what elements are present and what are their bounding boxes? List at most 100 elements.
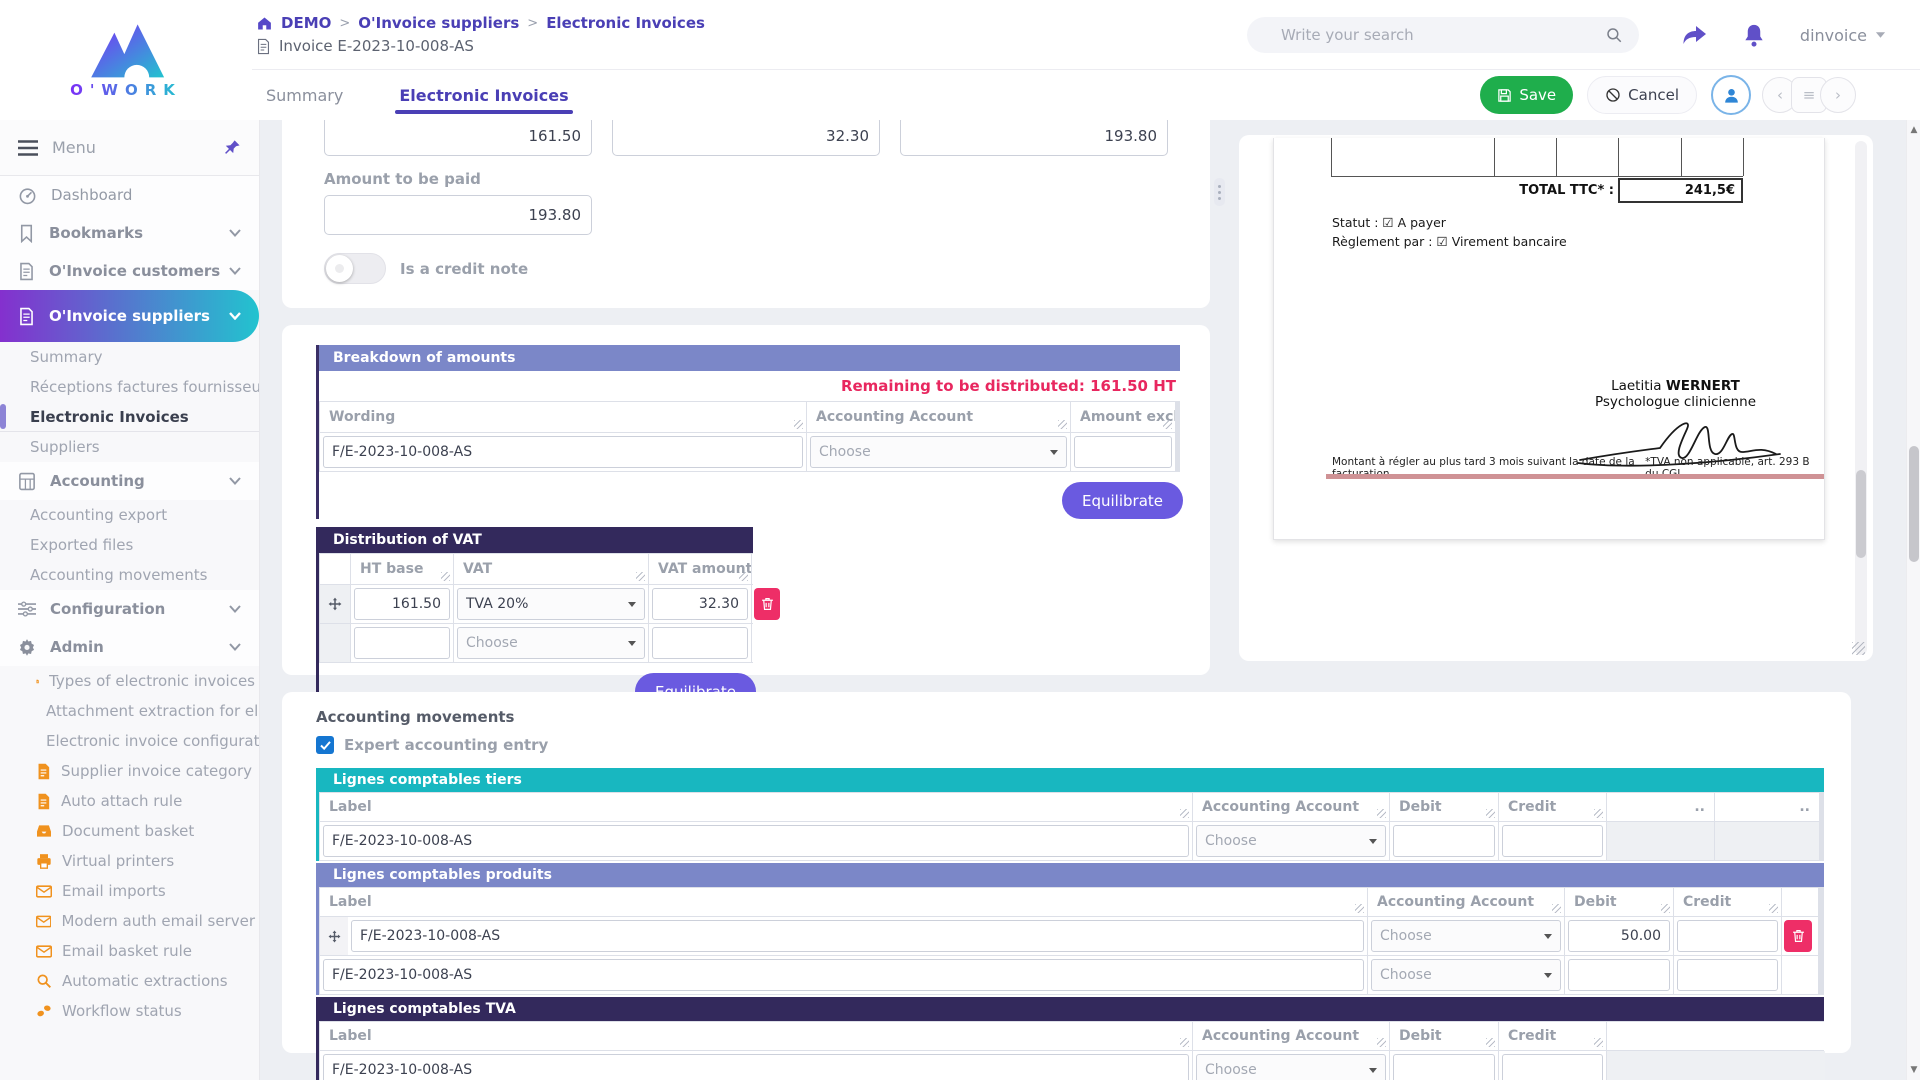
resize-grip-icon[interactable] bbox=[1661, 904, 1670, 913]
home-icon[interactable] bbox=[256, 15, 273, 32]
sidebar-item-accounting-export[interactable]: Accounting export bbox=[0, 500, 259, 530]
wording-input[interactable] bbox=[323, 436, 803, 468]
produits-credit-input[interactable] bbox=[1677, 959, 1778, 991]
panel-splitter-handle[interactable] bbox=[1214, 178, 1225, 206]
tiers-debit-input[interactable] bbox=[1393, 825, 1495, 857]
equilibrate-button[interactable]: Equilibrate bbox=[1062, 482, 1183, 519]
tiers-label-input[interactable] bbox=[323, 825, 1189, 857]
sidebar-item-types-of-electronic-invoices[interactable]: Types of electronic invoices bbox=[0, 666, 259, 696]
sidebar-item-attachment-extraction[interactable]: Attachment extraction for electron bbox=[0, 696, 259, 726]
column-header-debit[interactable]: Debit bbox=[1390, 793, 1498, 821]
produits-debit-input[interactable] bbox=[1568, 920, 1670, 952]
user-profile-button[interactable] bbox=[1711, 75, 1751, 115]
sidebar-item-virtual-printers[interactable]: Virtual printers bbox=[0, 846, 259, 876]
scroll-down-arrow[interactable]: ▼ bbox=[1907, 1065, 1920, 1075]
accounting-account-select[interactable]: Choose bbox=[810, 436, 1067, 468]
sidebar-item-accounting-movements[interactable]: Accounting movements bbox=[0, 560, 259, 590]
resize-grip-icon[interactable] bbox=[1486, 809, 1495, 818]
user-menu[interactable]: dinvoice bbox=[1800, 26, 1886, 45]
preview-scrollbar[interactable] bbox=[1855, 141, 1867, 655]
sidebar-item-suppliers[interactable]: Suppliers bbox=[0, 432, 259, 462]
resize-grip-icon[interactable] bbox=[1594, 1038, 1603, 1047]
preview-scrollbar-thumb[interactable] bbox=[1856, 470, 1866, 558]
resize-grip-icon[interactable] bbox=[1377, 809, 1386, 818]
save-button[interactable]: Save bbox=[1480, 76, 1573, 114]
column-header-label[interactable]: Label bbox=[320, 793, 1192, 821]
tiers-credit-input[interactable] bbox=[1502, 825, 1603, 857]
vat-rate-select[interactable]: Choose bbox=[457, 627, 645, 659]
resize-grip-icon[interactable] bbox=[1552, 904, 1561, 913]
pager-next-button[interactable]: › bbox=[1820, 77, 1856, 113]
resize-grip-icon[interactable] bbox=[1486, 1038, 1495, 1047]
breadcrumb-root[interactable]: DEMO bbox=[281, 14, 331, 32]
expert-accounting-entry-checkbox[interactable] bbox=[316, 736, 334, 754]
produits-credit-input[interactable] bbox=[1677, 920, 1778, 952]
column-header-debit[interactable]: Debit bbox=[1390, 1022, 1498, 1050]
resize-grip-icon[interactable] bbox=[1058, 420, 1067, 429]
sidebar-item-auto-attach-rule[interactable]: Auto attach rule bbox=[0, 786, 259, 816]
sidebar-item-exported-files[interactable]: Exported files bbox=[0, 530, 259, 560]
sidebar-item-email-basket-rule[interactable]: Email basket rule bbox=[0, 936, 259, 966]
column-header-vat-amount[interactable]: VAT amount bbox=[649, 554, 751, 584]
sidebar-item-automatic-extractions[interactable]: Automatic extractions bbox=[0, 966, 259, 996]
sidebar-item-modern-auth-email-server[interactable]: Modern auth email server bbox=[0, 906, 259, 936]
sidebar-item-dashboard[interactable]: Dashboard bbox=[0, 176, 259, 214]
sidebar-item-bookmarks[interactable]: Bookmarks bbox=[0, 214, 259, 252]
column-header-credit[interactable]: Credit bbox=[1674, 888, 1781, 916]
sidebar-item-configuration[interactable]: Configuration bbox=[0, 590, 259, 628]
column-header-accounting-account[interactable]: Accounting Account bbox=[1193, 1022, 1389, 1050]
sidebar-item-document-basket[interactable]: Document basket bbox=[0, 816, 259, 846]
ht-base-input[interactable] bbox=[354, 627, 450, 659]
produits-account-select[interactable]: Choose bbox=[1371, 959, 1561, 991]
produits-label-input[interactable] bbox=[323, 959, 1364, 991]
resize-grip-icon[interactable] bbox=[794, 420, 803, 429]
produits-account-select[interactable]: Choose bbox=[1371, 920, 1561, 952]
amount-excl-tax-input[interactable] bbox=[324, 120, 592, 156]
tab-electronic-invoices[interactable]: Electronic Invoices bbox=[399, 70, 568, 120]
column-header-accounting-account[interactable]: Accounting Account bbox=[1193, 793, 1389, 821]
preview-resize-grip[interactable] bbox=[1852, 642, 1865, 655]
sidebar-item-admin[interactable]: Admin bbox=[0, 628, 259, 666]
resize-grip-icon[interactable] bbox=[1769, 904, 1778, 913]
credit-note-toggle[interactable] bbox=[324, 253, 386, 284]
column-header-amount-excl[interactable]: Amount exclu bbox=[1071, 402, 1175, 432]
vat-rate-select[interactable]: TVA 20% bbox=[457, 588, 645, 620]
column-header-credit[interactable]: Credit bbox=[1499, 1022, 1606, 1050]
column-header-label[interactable]: Label bbox=[320, 888, 1367, 916]
column-header-label[interactable]: Label bbox=[320, 1022, 1192, 1050]
resize-grip-icon[interactable] bbox=[739, 572, 748, 581]
row-drag-handle[interactable] bbox=[320, 585, 350, 623]
amount-excl-input[interactable] bbox=[1074, 436, 1172, 468]
column-header-ht-base[interactable]: HT base bbox=[351, 554, 453, 584]
page-scrollbar[interactable]: ▲ ▼ bbox=[1906, 120, 1920, 1080]
resize-grip-icon[interactable] bbox=[1377, 1038, 1386, 1047]
sidebar-item-summary[interactable]: Summary bbox=[0, 342, 259, 372]
resize-grip-icon[interactable] bbox=[1594, 809, 1603, 818]
tva-label-input[interactable] bbox=[323, 1054, 1189, 1080]
notifications-bell-icon[interactable] bbox=[1742, 23, 1766, 48]
column-header-accounting-account[interactable]: Accounting Account bbox=[1368, 888, 1564, 916]
sidebar-item-oinvoice-suppliers[interactable]: O'Invoice suppliers bbox=[0, 290, 259, 342]
vat-amount-input[interactable] bbox=[652, 588, 748, 620]
sidebar-item-electronic-invoice-configuration[interactable]: Electronic invoice configuration bbox=[0, 726, 259, 756]
sidebar-item-electronic-invoices[interactable]: Electronic Invoices bbox=[0, 402, 259, 432]
resize-grip-icon[interactable] bbox=[1180, 1038, 1189, 1047]
search-icon[interactable] bbox=[1605, 26, 1623, 44]
resize-grip-icon[interactable] bbox=[636, 572, 645, 581]
tva-debit-input[interactable] bbox=[1393, 1054, 1495, 1080]
sidebar-item-email-imports[interactable]: Email imports bbox=[0, 876, 259, 906]
cancel-button[interactable]: Cancel bbox=[1587, 76, 1697, 114]
resize-grip-icon[interactable] bbox=[1180, 809, 1189, 818]
sidebar-item-accounting[interactable]: Accounting bbox=[0, 462, 259, 500]
resize-grip-icon[interactable] bbox=[1355, 904, 1364, 913]
amount-to-be-paid-input[interactable] bbox=[324, 195, 592, 235]
tva-account-select[interactable]: Choose bbox=[1196, 1054, 1386, 1080]
vat-amount-input[interactable] bbox=[652, 627, 748, 659]
breadcrumb-level1[interactable]: O'Invoice suppliers bbox=[358, 14, 519, 32]
sidebar-item-oinvoice-customers[interactable]: O'Invoice customers bbox=[0, 252, 259, 290]
vat-amount-input[interactable] bbox=[612, 120, 880, 156]
delete-produits-row-button[interactable] bbox=[1784, 920, 1812, 952]
breadcrumb-level2[interactable]: Electronic Invoices bbox=[546, 14, 705, 32]
column-header-wording[interactable]: Wording bbox=[320, 402, 806, 432]
tab-summary[interactable]: Summary bbox=[266, 70, 343, 120]
